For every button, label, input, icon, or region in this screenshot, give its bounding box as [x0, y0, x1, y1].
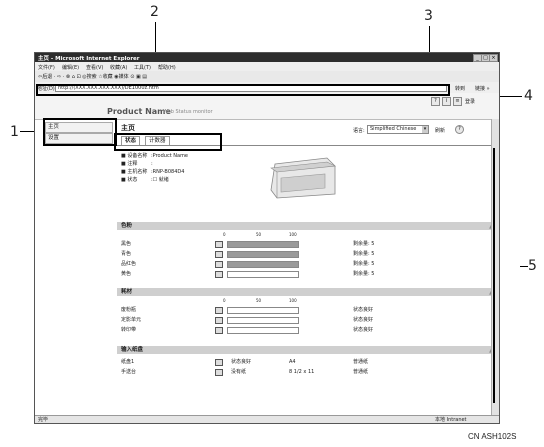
language-label: 语言: — [353, 128, 365, 134]
status-bar: 完毕 本地 Intranet — [35, 415, 499, 423]
login-link[interactable]: 登录 — [465, 98, 475, 105]
toolbar-buttons[interactable]: ⇦后退 · ⇨ · ⊗ ⌂ ⊡ ◎搜索 ☆收藏 ◉媒体 ⊙ ▣ ▤ — [38, 73, 147, 80]
window-title: 主页 - Microsoft Internet Explorer — [38, 56, 140, 62]
menu-item[interactable]: 查看(V) — [86, 64, 103, 71]
page-title: 主页 — [121, 124, 135, 132]
figure-code: CN ASH102S — [468, 432, 517, 441]
help-icon[interactable]: ? — [431, 97, 440, 106]
callout-1: 1 — [10, 124, 19, 140]
callout-line-5 — [520, 266, 528, 267]
address-highlight — [36, 84, 450, 96]
list-icon[interactable]: ≡ — [453, 97, 462, 106]
info-icon[interactable]: i — [442, 97, 451, 106]
zone-indicator: 本地 Intranet — [435, 417, 467, 423]
sidebar-highlight — [43, 118, 117, 146]
links-button[interactable]: 链接 » — [475, 85, 490, 92]
callout-2: 2 — [150, 4, 159, 20]
menu-item[interactable]: 文件(F) — [38, 64, 55, 71]
callout-5: 5 — [528, 258, 537, 274]
menu-item[interactable]: 工具(T) — [134, 64, 151, 71]
callout-4: 4 — [524, 88, 533, 104]
status-area-highlight — [113, 148, 495, 403]
page-header: ? i ≡ 登录 Product Name Web Status monitor — [35, 93, 499, 120]
language-select[interactable]: Simplified Chinese ▾ — [367, 125, 429, 134]
language-value: Simplified Chinese — [370, 126, 417, 132]
status-text: 完毕 — [38, 417, 49, 423]
chevron-down-icon: ▾ — [422, 126, 428, 133]
close-button[interactable]: × — [489, 54, 498, 62]
menu-item[interactable]: 编辑(E) — [62, 64, 79, 71]
menu-item[interactable]: 收藏(A) — [110, 64, 127, 71]
refresh-button[interactable]: 刷新 — [435, 127, 445, 134]
sidebar: 主页 设置 — [45, 120, 115, 420]
callout-3: 3 — [424, 8, 433, 24]
go-button[interactable]: 转到 — [455, 85, 465, 92]
web-status-monitor-label: Web Status monitor — [163, 109, 213, 115]
title-bar: 主页 - Microsoft Internet Explorer _ □ × — [35, 53, 499, 62]
product-name: Product Name — [107, 107, 171, 116]
menu-item[interactable]: 帮助(H) — [158, 64, 176, 71]
help-icon[interactable]: ? — [455, 125, 464, 134]
